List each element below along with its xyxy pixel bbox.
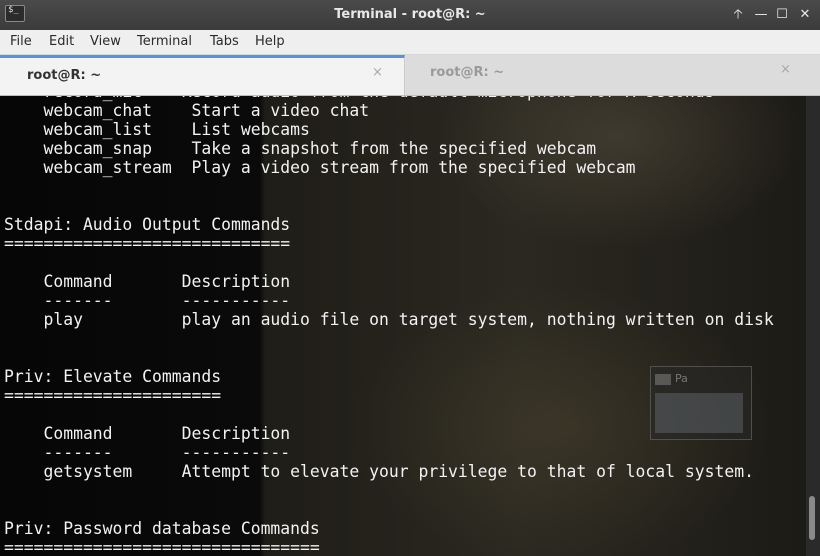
keep-above-button[interactable]: 🡡 bbox=[729, 6, 747, 24]
menu-view[interactable]: View bbox=[90, 34, 121, 49]
menu-help[interactable]: Help bbox=[255, 34, 285, 49]
scrollbar-thumb[interactable] bbox=[809, 496, 815, 540]
close-tab-icon[interactable]: × bbox=[372, 65, 383, 80]
thumbnail-title: Pa bbox=[675, 372, 688, 385]
tab-root-1[interactable]: root@R: ~ × bbox=[0, 55, 405, 95]
window-icon bbox=[655, 373, 671, 385]
scrollbar[interactable] bbox=[806, 96, 820, 556]
menu-tabs[interactable]: Tabs bbox=[210, 34, 239, 49]
tab-root-2[interactable]: root@R: ~ × bbox=[406, 55, 820, 95]
menubar: File Edit View Terminal Tabs Help bbox=[0, 30, 820, 55]
menu-file[interactable]: File bbox=[10, 34, 32, 49]
thumbnail-body bbox=[655, 393, 743, 433]
close-tab-icon[interactable]: × bbox=[780, 62, 791, 77]
faded-window-thumbnail: Pa bbox=[650, 366, 752, 440]
tab-bar: root@R: ~ × root@R: ~ × bbox=[0, 55, 820, 96]
terminal-text: record_mic Record audio from the default… bbox=[4, 96, 774, 556]
menu-terminal[interactable]: Terminal bbox=[137, 34, 192, 49]
minimize-button[interactable]: — bbox=[752, 6, 770, 24]
maximize-button[interactable]: ☐ bbox=[773, 6, 791, 24]
window-title: Terminal - root@R: ~ bbox=[334, 7, 486, 22]
close-window-button[interactable]: ✕ bbox=[796, 6, 814, 24]
window-titlebar: $_ Terminal - root@R: ~ 🡡 — ☐ ✕ bbox=[0, 0, 820, 30]
tab-label: root@R: ~ bbox=[430, 65, 505, 80]
menu-edit[interactable]: Edit bbox=[49, 34, 74, 49]
tab-label: root@R: ~ bbox=[27, 68, 102, 83]
terminal-output[interactable]: record_mic Record audio from the default… bbox=[0, 96, 806, 556]
